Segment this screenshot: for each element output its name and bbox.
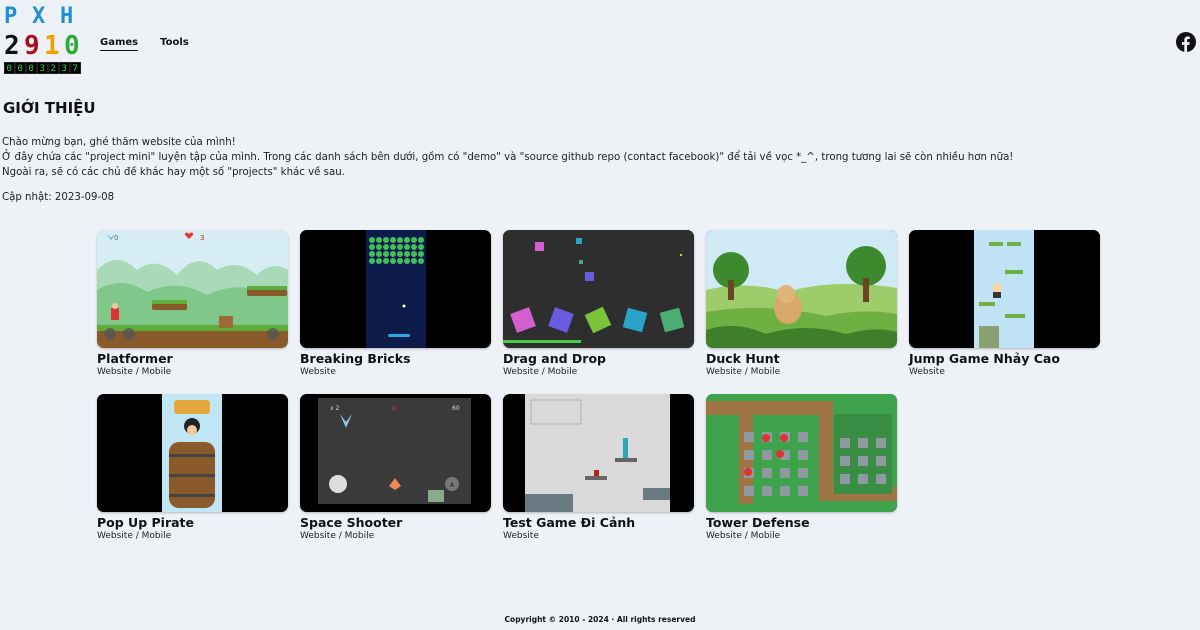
game-card-tower-defense[interactable]: Tower Defense Website / Mobile bbox=[706, 394, 897, 541]
game-card-duck-hunt[interactable]: Duck Hunt Website / Mobile bbox=[706, 230, 897, 377]
game-title[interactable]: Tower Defense bbox=[706, 515, 897, 530]
game-thumbnail[interactable] bbox=[97, 394, 288, 512]
logo-digit: 1 bbox=[44, 31, 60, 61]
game-card-breaking-bricks[interactable]: Breaking Bricks Website bbox=[300, 230, 491, 377]
game-title[interactable]: Pop Up Pirate bbox=[97, 515, 288, 530]
game-thumbnail[interactable] bbox=[706, 230, 897, 348]
hud-lives-count: 3 bbox=[200, 234, 204, 242]
logo-digit: 0 bbox=[64, 31, 80, 61]
game-card-drag-and-drop[interactable]: Drag and Drop Website / Mobile bbox=[503, 230, 694, 377]
duck-hunt-screenshot bbox=[706, 230, 897, 348]
hud-lives: x 2 bbox=[330, 405, 339, 412]
game-card-pop-up-pirate[interactable]: Pop Up Pirate Website / Mobile bbox=[97, 394, 288, 541]
nav-games-link[interactable]: Games bbox=[100, 37, 139, 51]
counter-digit: 7 bbox=[70, 62, 81, 74]
logo-letter: P bbox=[4, 4, 18, 29]
game-platform: Website / Mobile bbox=[97, 531, 172, 541]
logo-letters: P X H bbox=[4, 4, 88, 29]
pop-up-pirate-screenshot bbox=[97, 394, 288, 512]
nav-tools-link[interactable]: Tools bbox=[160, 37, 189, 51]
counter-digit: 0 bbox=[4, 62, 15, 74]
intro-title: GIỚI THIỆU bbox=[3, 99, 96, 117]
game-title[interactable]: Drag and Drop bbox=[503, 351, 694, 366]
game-card-test-game[interactable]: Test Game Đi Cảnh Website bbox=[503, 394, 694, 541]
copyright-footer: Copyright © 2010 - 2024 · All rights res… bbox=[504, 615, 696, 624]
game-title[interactable]: Breaking Bricks bbox=[300, 351, 491, 366]
game-title[interactable]: Space Shooter bbox=[300, 515, 491, 530]
game-platform: Website / Mobile bbox=[503, 367, 578, 377]
game-platform: Website / Mobile bbox=[706, 367, 781, 377]
logo-letter: H bbox=[60, 4, 74, 29]
game-platform: Website bbox=[909, 367, 945, 377]
game-card-space-shooter[interactable]: x 2 II 60 A Space Shooter Website / Mobi… bbox=[300, 394, 491, 541]
game-platform: Website bbox=[503, 531, 539, 541]
counter-digit: 3 bbox=[37, 62, 48, 74]
game-platform: Website / Mobile bbox=[97, 367, 172, 377]
game-thumbnail[interactable]: 0 3 bbox=[97, 230, 288, 348]
hud-gem-count: 0 bbox=[114, 234, 118, 242]
intro-line: Ở đây chứa các "project mini" luyện tập … bbox=[2, 152, 1014, 164]
game-title[interactable]: Platformer bbox=[97, 351, 288, 366]
site-logo[interactable]: P X H 2 9 1 0 0 0 0 3 2 3 7 bbox=[4, 4, 88, 74]
game-thumbnail[interactable] bbox=[503, 394, 694, 512]
visit-counter: 0 0 0 3 2 3 7 bbox=[4, 62, 88, 74]
game-thumbnail[interactable]: x 2 II 60 A bbox=[300, 394, 491, 512]
breaking-bricks-screenshot bbox=[300, 230, 491, 348]
logo-letter: X bbox=[32, 4, 46, 29]
platformer-screenshot: 0 3 bbox=[97, 230, 288, 348]
logo-digit: 2 bbox=[4, 31, 20, 61]
logo-digit: 9 bbox=[24, 31, 40, 61]
counter-digit: 0 bbox=[26, 62, 37, 74]
counter-digit: 2 bbox=[48, 62, 59, 74]
game-platform: Website bbox=[300, 367, 336, 377]
jump-game-screenshot bbox=[909, 230, 1100, 348]
space-shooter-screenshot: x 2 II 60 A bbox=[300, 394, 491, 512]
hud-score: 60 bbox=[452, 405, 460, 412]
intro-line: Ngoài ra, sẽ có các chủ đề khác hay một … bbox=[2, 167, 345, 179]
game-platform: Website / Mobile bbox=[706, 531, 781, 541]
updated-date: Cập nhật: 2023-09-08 bbox=[2, 192, 115, 203]
facebook-icon[interactable] bbox=[1176, 32, 1196, 52]
game-title[interactable]: Jump Game Nhảy Cao bbox=[909, 351, 1100, 366]
intro-line: Chào mừng bạn, ghé thăm website của mình… bbox=[2, 137, 236, 148]
game-title[interactable]: Duck Hunt bbox=[706, 351, 897, 366]
logo-digits: 2 9 1 0 bbox=[4, 31, 88, 61]
drag-and-drop-screenshot bbox=[503, 230, 694, 348]
test-game-screenshot bbox=[503, 394, 694, 512]
counter-digit: 0 bbox=[15, 62, 26, 74]
hud-pause: II bbox=[392, 405, 396, 413]
game-platform: Website / Mobile bbox=[300, 531, 375, 541]
game-title[interactable]: Test Game Đi Cảnh bbox=[503, 515, 694, 530]
game-thumbnail[interactable] bbox=[503, 230, 694, 348]
main-nav: Games Tools bbox=[100, 37, 189, 51]
game-thumbnail[interactable] bbox=[706, 394, 897, 512]
game-card-jump-game[interactable]: Jump Game Nhảy Cao Website bbox=[909, 230, 1100, 377]
game-thumbnail[interactable] bbox=[300, 230, 491, 348]
intro-text: Chào mừng bạn, ghé thăm website của mình… bbox=[2, 135, 1013, 181]
tower-defense-screenshot bbox=[706, 394, 897, 512]
game-card-platformer[interactable]: 0 3 Platformer Website / Mobile bbox=[97, 230, 288, 377]
game-thumbnail[interactable] bbox=[909, 230, 1100, 348]
counter-digit: 3 bbox=[59, 62, 70, 74]
